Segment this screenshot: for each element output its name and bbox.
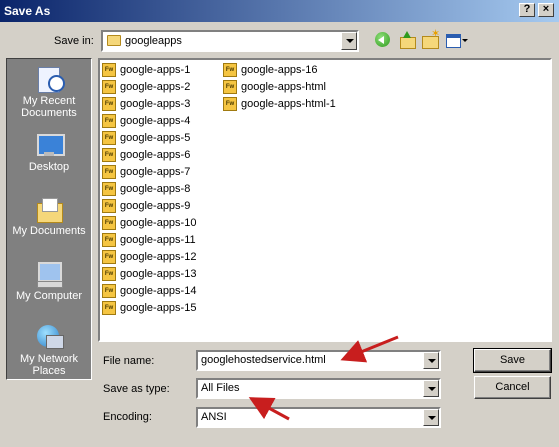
file-name: google-apps-2 (120, 81, 191, 93)
file-name: google-apps-8 (120, 183, 191, 195)
fireworks-file-icon: Fw (102, 267, 116, 281)
file-name-field[interactable]: googlehostedservice.html (196, 350, 441, 371)
place-my-documents[interactable]: My Documents (7, 195, 91, 237)
help-button[interactable]: ? (519, 3, 535, 17)
file-name: google-apps-13 (120, 268, 197, 280)
save-in-value: googleapps (125, 35, 182, 47)
fireworks-file-icon: Fw (102, 284, 116, 298)
fireworks-file-icon: Fw (102, 63, 116, 77)
file-name: google-apps-4 (120, 115, 191, 127)
views-menu-icon[interactable] (445, 31, 469, 49)
place-label: My Network Places (19, 353, 79, 377)
place-label: My Documents (12, 225, 86, 237)
save-as-type-dropdown[interactable]: All Files (196, 378, 441, 399)
file-name: google-apps-10 (120, 217, 197, 229)
recent-documents-icon (34, 65, 65, 93)
new-folder-icon[interactable] (421, 27, 440, 49)
network-places-icon (34, 323, 64, 351)
file-name: google-apps-7 (120, 166, 191, 178)
chevron-down-icon[interactable] (423, 380, 439, 397)
file-name: google-apps-16 (241, 64, 318, 76)
back-icon[interactable] (374, 31, 392, 49)
close-button[interactable]: × (538, 3, 554, 17)
file-list[interactable]: Fw google-apps-1 Fw google-apps-2 Fw google-a… (98, 58, 552, 342)
file-name: google-apps-1 (120, 64, 191, 76)
place-label: Desktop (28, 161, 70, 173)
title-bar: Save As ? × (0, 0, 559, 22)
fireworks-file-icon: Fw (102, 199, 116, 213)
chevron-down-icon[interactable] (423, 409, 439, 426)
cancel-button[interactable]: Cancel (474, 376, 551, 399)
chevron-down-icon[interactable] (341, 32, 357, 50)
up-folder-icon[interactable] (398, 31, 416, 49)
window-title: Save As (4, 4, 51, 18)
fireworks-file-icon: Fw (223, 63, 237, 77)
desktop-icon (34, 131, 65, 159)
fireworks-file-icon: Fw (102, 250, 116, 264)
my-documents-icon (34, 195, 64, 223)
file-name: google-apps-6 (120, 149, 191, 161)
fireworks-file-icon: Fw (102, 182, 116, 196)
file-name: google-apps-14 (120, 285, 197, 297)
file-name: google-apps-5 (120, 132, 191, 144)
fireworks-file-icon: Fw (102, 131, 116, 145)
place-my-network-places[interactable]: My Network Places (7, 323, 91, 377)
fireworks-file-icon: Fw (102, 216, 116, 230)
place-label: My Recent Documents (21, 95, 77, 119)
save-in-dropdown[interactable]: googleapps (101, 30, 359, 52)
encoding-value: ANSI (201, 411, 227, 423)
save-as-type-label: Save as type: (103, 383, 170, 395)
fireworks-file-icon: Fw (223, 80, 237, 94)
encoding-label: Encoding: (103, 411, 152, 423)
fireworks-file-icon: Fw (102, 80, 116, 94)
file-name: google-apps-11 (120, 234, 196, 246)
file-name-label: File name: (103, 355, 155, 367)
folder-icon (107, 35, 121, 46)
encoding-dropdown[interactable]: ANSI (196, 407, 441, 428)
place-desktop[interactable]: Desktop (7, 131, 91, 173)
file-name-value: googlehostedservice.html (201, 354, 326, 366)
save-in-label: Save in: (54, 35, 94, 47)
file-name: google-apps-3 (120, 98, 191, 110)
file-name: google-apps-9 (120, 200, 191, 212)
places-bar: My Recent Documents Desktop My Documents… (6, 58, 92, 380)
place-recent-documents[interactable]: My Recent Documents (7, 65, 91, 119)
place-label: My Computer (15, 290, 83, 302)
file-name: google-apps-html-1 (241, 98, 336, 110)
place-my-computer[interactable]: My Computer (7, 260, 91, 302)
fireworks-file-icon: Fw (102, 165, 116, 179)
fireworks-file-icon: Fw (102, 148, 116, 162)
fireworks-file-icon: Fw (102, 114, 116, 128)
file-name: google-apps-12 (120, 251, 197, 263)
save-button[interactable]: Save (473, 348, 552, 373)
file-name: google-apps-15 (120, 302, 197, 314)
my-computer-icon (34, 260, 64, 288)
chevron-down-icon[interactable] (423, 352, 439, 369)
file-name: google-apps-html (241, 81, 326, 93)
fireworks-file-icon: Fw (223, 97, 237, 111)
fireworks-file-icon: Fw (102, 301, 116, 315)
fireworks-file-icon: Fw (102, 233, 116, 247)
fireworks-file-icon: Fw (102, 97, 116, 111)
save-as-type-value: All Files (201, 382, 240, 394)
